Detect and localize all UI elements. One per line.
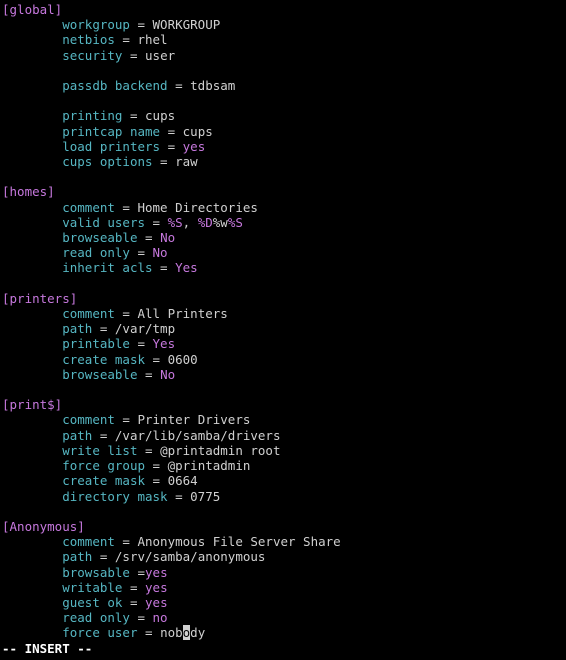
blank-line — [2, 93, 564, 108]
opt-printing: printing = cups — [2, 108, 564, 123]
opt-printdollar-path: path = /var/lib/samba/drivers — [2, 428, 564, 443]
opt-printers-path: path = /var/tmp — [2, 321, 564, 336]
opt-homes-comment: comment = Home Directories — [2, 200, 564, 215]
blank-line — [2, 276, 564, 291]
opt-anon-read-only: read only = no — [2, 610, 564, 625]
vim-editor[interactable]: [global] workgroup = WORKGROUP netbios =… — [0, 0, 566, 658]
opt-anon-browsable: browsable =yes — [2, 565, 564, 580]
opt-load-printers: load printers = yes — [2, 139, 564, 154]
opt-cups-options: cups options = raw — [2, 154, 564, 169]
blank-line — [2, 169, 564, 184]
opt-inherit-acls: inherit acls = Yes — [2, 260, 564, 275]
opt-passdb-backend: passdb backend = tdbsam — [2, 78, 564, 93]
opt-homes-browseable: browseable = No — [2, 230, 564, 245]
opt-security: security = user — [2, 48, 564, 63]
opt-workgroup: workgroup = WORKGROUP — [2, 17, 564, 32]
opt-anon-guest-ok: guest ok = yes — [2, 595, 564, 610]
vim-status-line: -- INSERT -- — [2, 641, 564, 656]
opt-printdollar-create-mask: create mask = 0664 — [2, 473, 564, 488]
opt-anon-writable: writable = yes — [2, 580, 564, 595]
section-printers-header: [printers] — [2, 291, 564, 306]
blank-line — [2, 63, 564, 78]
blank-line — [2, 382, 564, 397]
opt-printcap-name: printcap name = cups — [2, 124, 564, 139]
opt-printers-create-mask: create mask = 0600 — [2, 352, 564, 367]
opt-netbios: netbios = rhel — [2, 32, 564, 47]
opt-printdollar-comment: comment = Printer Drivers — [2, 412, 564, 427]
blank-line — [2, 504, 564, 519]
opt-directory-mask: directory mask = 0775 — [2, 489, 564, 504]
section-global-header: [global] — [2, 2, 564, 17]
opt-valid-users: valid users = %S, %D%w%S — [2, 215, 564, 230]
section-homes-header: [homes] — [2, 184, 564, 199]
opt-anon-force-user: force user = nobody — [2, 625, 564, 640]
opt-homes-read-only: read only = No — [2, 245, 564, 260]
opt-force-group: force group = @printadmin — [2, 458, 564, 473]
section-printdollar-header: [print$] — [2, 397, 564, 412]
opt-anon-path: path = /srv/samba/anonymous — [2, 549, 564, 564]
opt-printable: printable = Yes — [2, 336, 564, 351]
section-anonymous-header: [Anonymous] — [2, 519, 564, 534]
opt-write-list: write list = @printadmin root — [2, 443, 564, 458]
opt-printers-comment: comment = All Printers — [2, 306, 564, 321]
opt-printers-browseable: browseable = No — [2, 367, 564, 382]
opt-anon-comment: comment = Anonymous File Server Share — [2, 534, 564, 549]
